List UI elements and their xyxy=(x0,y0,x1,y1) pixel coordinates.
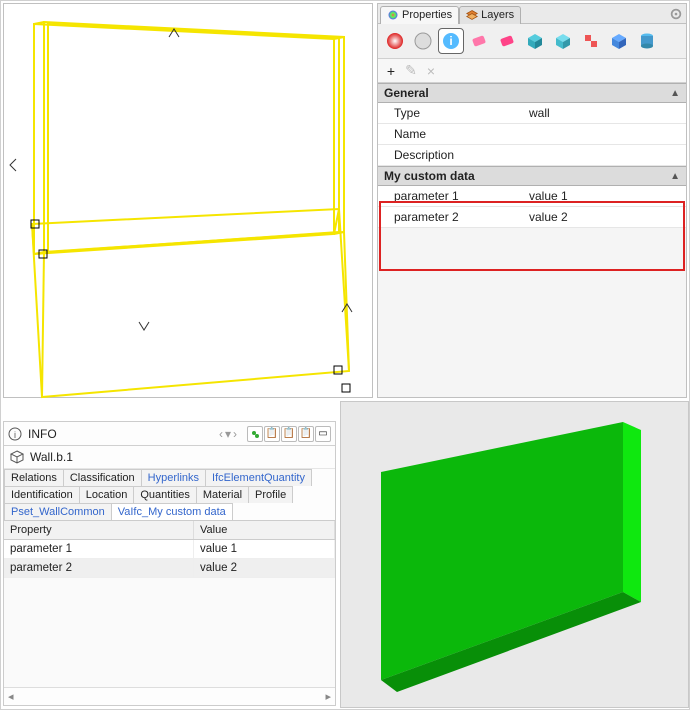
info-title: INFO xyxy=(28,427,57,441)
object-cube-icon xyxy=(10,450,24,464)
nav-back-icon[interactable]: ‹ xyxy=(219,427,223,441)
clipboard2-icon[interactable]: 📋 xyxy=(281,426,297,442)
prop-row-name[interactable]: Name xyxy=(378,124,686,145)
svg-text:i: i xyxy=(449,34,452,48)
properties-toolbar: i xyxy=(378,24,686,59)
info-tab-custom[interactable]: VaIfc_My custom data xyxy=(111,503,233,520)
shading-icon[interactable] xyxy=(410,28,436,54)
delete-button: × xyxy=(424,63,438,79)
prop-value: value 2 xyxy=(523,207,686,227)
prop-key: Name xyxy=(378,124,523,144)
eraser-pink-icon[interactable] xyxy=(466,28,492,54)
info-icon[interactable]: i xyxy=(438,28,464,54)
prop-row-type[interactable]: Type wall xyxy=(378,103,686,124)
cell-value: value 2 xyxy=(194,559,335,577)
cube-blue-icon[interactable] xyxy=(606,28,632,54)
add-button[interactable]: + xyxy=(384,63,398,79)
prop-value: value 1 xyxy=(523,186,686,206)
info-tab-relations[interactable]: Relations xyxy=(4,469,64,486)
info-nav: ‹ ▾ › xyxy=(219,427,237,441)
nav-fwd-icon[interactable]: › xyxy=(233,427,237,441)
render-viewport[interactable] xyxy=(340,401,689,708)
cell-property: parameter 2 xyxy=(4,559,194,577)
collapse-caret-icon: ▲ xyxy=(670,88,680,99)
properties-panel: Properties Layers i + ✎ × xyxy=(377,3,687,398)
tab-layers[interactable]: Layers xyxy=(459,6,521,24)
add-edit-row: + ✎ × xyxy=(378,59,686,83)
cube-cyan2-icon[interactable] xyxy=(550,28,576,54)
prop-value: wall xyxy=(523,103,686,123)
tab-properties-label: Properties xyxy=(402,9,452,21)
prop-row-param1[interactable]: parameter 1 value 1 xyxy=(378,186,686,207)
cube-cyan-icon[interactable] xyxy=(522,28,548,54)
object-row[interactable]: Wall.b.1 xyxy=(4,446,335,469)
prop-key: parameter 1 xyxy=(378,186,523,206)
info-panel: i INFO ‹ ▾ › 📋 📋 📋 ▭ Wall.b.1 Relations … xyxy=(3,421,336,706)
section-custom-title: My custom data xyxy=(384,169,475,183)
info-tab-hyperlinks[interactable]: Hyperlinks xyxy=(141,469,206,486)
info-footer: ◂ ▸ xyxy=(4,687,335,705)
edit-button: ✎ xyxy=(404,62,418,79)
table-empty-area xyxy=(4,578,335,687)
table-row[interactable]: parameter 2 value 2 xyxy=(4,559,335,578)
wireframe-viewport[interactable] xyxy=(3,3,373,398)
prop-row-description[interactable]: Description xyxy=(378,145,686,166)
info-clipicons: 📋 📋 📋 ▭ xyxy=(247,426,331,442)
info-header: i INFO ‹ ▾ › 📋 📋 📋 ▭ xyxy=(4,422,335,446)
section-general-title: General xyxy=(384,86,429,100)
nav-dropdown-icon[interactable]: ▾ xyxy=(225,427,231,441)
table-row[interactable]: parameter 1 value 1 xyxy=(4,540,335,559)
cell-property: parameter 1 xyxy=(4,540,194,558)
cubes-red-icon[interactable] xyxy=(578,28,604,54)
link-icon[interactable] xyxy=(247,426,263,442)
tab-properties[interactable]: Properties xyxy=(380,6,459,24)
col-property: Property xyxy=(4,521,194,539)
info-small-icon: i xyxy=(8,427,22,441)
section-custom-header[interactable]: My custom data ▲ xyxy=(378,166,686,186)
color-circle-icon xyxy=(387,9,399,21)
clipboard3-icon[interactable]: 📋 xyxy=(298,426,314,442)
info-tab-ifcqty[interactable]: IfcElementQuantity xyxy=(205,469,312,486)
prop-value xyxy=(523,124,686,144)
panel-gear-icon[interactable] xyxy=(668,6,684,22)
info-tab-classification[interactable]: Classification xyxy=(63,469,142,486)
color-sphere-icon[interactable] xyxy=(382,28,408,54)
prop-row-param2[interactable]: parameter 2 value 2 xyxy=(378,207,686,228)
tab-layers-label: Layers xyxy=(481,9,514,21)
eraser-pink2-icon[interactable] xyxy=(494,28,520,54)
prop-key: Description xyxy=(378,145,523,165)
clipboard1-icon[interactable]: 📋 xyxy=(264,426,280,442)
panel-tabbar: Properties Layers xyxy=(378,4,686,24)
info-tab-identification[interactable]: Identification xyxy=(4,486,80,503)
info-tab-quantities[interactable]: Quantities xyxy=(133,486,197,503)
info-tab-location[interactable]: Location xyxy=(79,486,135,503)
info-tabs: Relations Classification Hyperlinks IfcE… xyxy=(4,469,335,521)
prop-key: Type xyxy=(378,103,523,123)
footer-right-icon[interactable]: ▸ xyxy=(325,690,331,703)
footer-left-icon[interactable]: ◂ xyxy=(8,690,14,703)
wall-wireframe xyxy=(4,4,374,399)
prop-key: parameter 2 xyxy=(378,207,523,227)
info-tab-profile[interactable]: Profile xyxy=(248,486,293,503)
cell-value: value 1 xyxy=(194,540,335,558)
cylinder-icon[interactable] xyxy=(634,28,660,54)
info-table-header: Property Value xyxy=(4,521,335,540)
prop-value xyxy=(523,145,686,165)
col-value: Value xyxy=(194,521,335,539)
collapse-caret-icon: ▲ xyxy=(670,171,680,182)
layers-icon xyxy=(466,9,478,21)
section-general-header[interactable]: General ▲ xyxy=(378,83,686,103)
info-tab-psetwall[interactable]: Pset_WallCommon xyxy=(4,503,112,520)
wall-render xyxy=(341,402,690,709)
svg-text:i: i xyxy=(14,430,16,440)
object-name: Wall.b.1 xyxy=(30,450,73,464)
window-icon[interactable]: ▭ xyxy=(315,426,331,442)
info-tab-material[interactable]: Material xyxy=(196,486,249,503)
